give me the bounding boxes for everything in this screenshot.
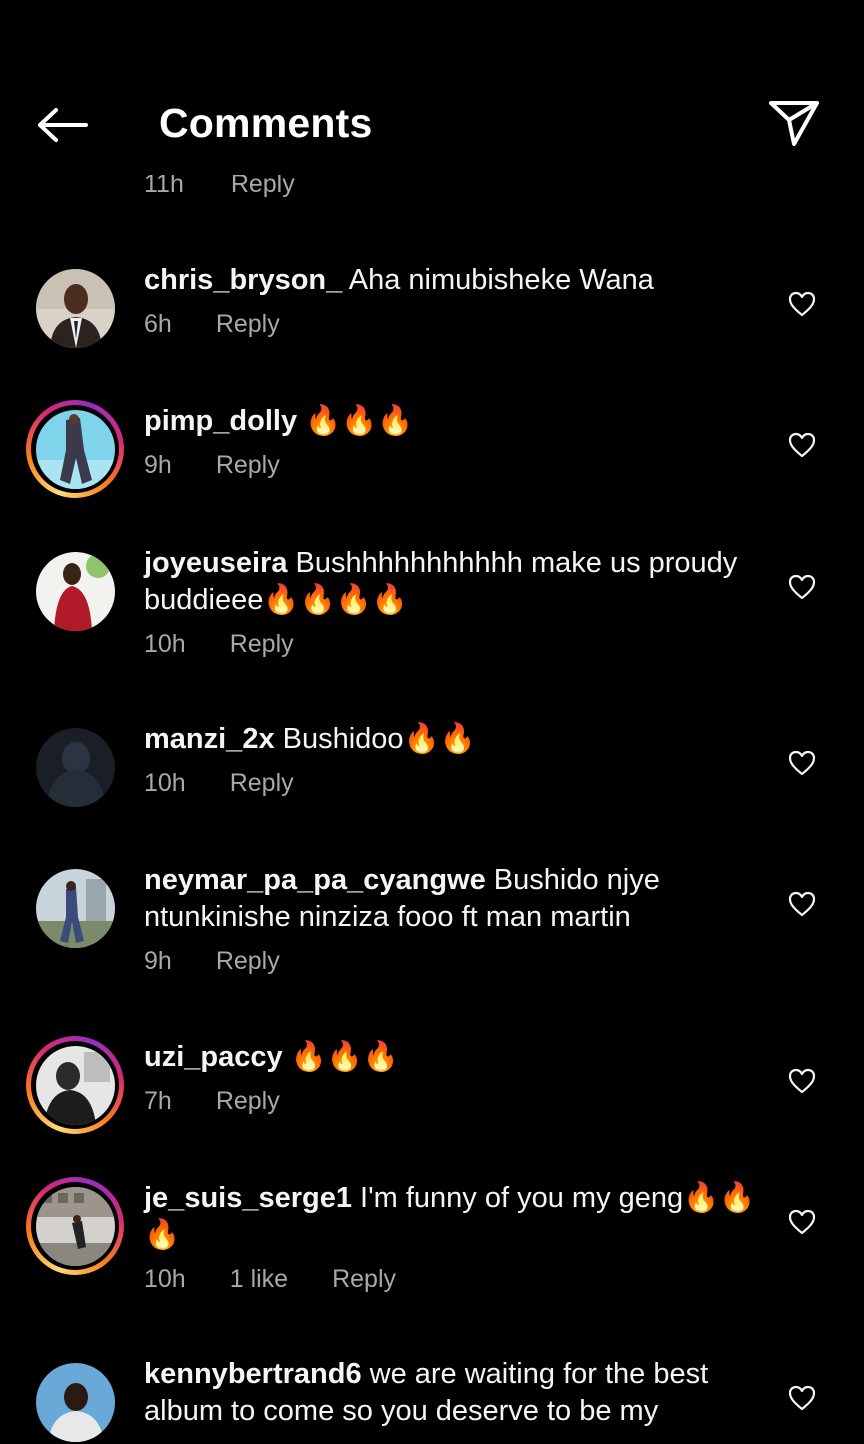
comment-meta: 6h Reply — [144, 307, 768, 341]
like-button[interactable] — [784, 1063, 820, 1099]
comment-body: manzi_2x Bushidoo🔥🔥 10h Reply — [144, 721, 768, 800]
like-button[interactable] — [784, 427, 820, 463]
comment-username[interactable]: je_suis_serge1 — [144, 1182, 352, 1214]
comment-body: je_suis_serge1 I'm funny of you my geng🔥… — [144, 1180, 768, 1296]
reply-link[interactable]: Reply — [230, 627, 294, 661]
reply-link[interactable]: Reply — [332, 1262, 396, 1296]
comment-body: chris_bryson_ Aha nimubisheke Wana 6h Re… — [144, 262, 768, 341]
reply-link[interactable]: Reply — [216, 1084, 280, 1118]
arrow-left-icon — [38, 108, 88, 142]
comment-meta: 9h Reply — [144, 448, 768, 482]
like-button[interactable] — [784, 1204, 820, 1240]
comment-body: uzi_paccy 🔥🔥🔥 7h Reply — [144, 1039, 768, 1118]
comment-text: kennybertrand6 we are waiting for the be… — [144, 1356, 768, 1430]
comment-text: neymar_pa_pa_cyangwe Bushido njye ntunki… — [144, 862, 768, 936]
comment-text: chris_bryson_ Aha nimubisheke Wana — [144, 262, 768, 299]
like-button[interactable] — [784, 569, 820, 605]
reply-link[interactable]: Reply — [216, 944, 280, 978]
comment-text: joyeuseira Bushhhhhhhhhhh make us proudy… — [144, 545, 768, 619]
reply-link[interactable]: Reply — [216, 448, 280, 482]
comment-message: 🔥🔥🔥 — [297, 405, 414, 437]
comment-time: 10h — [144, 630, 186, 658]
comment-body: kennybertrand6 we are waiting for the be… — [144, 1356, 768, 1430]
heart-icon — [788, 291, 816, 317]
share-button[interactable] — [762, 94, 826, 152]
paper-plane-icon — [769, 101, 819, 146]
header-bar: Comments — [0, 0, 864, 175]
like-button[interactable] — [784, 1380, 820, 1416]
comment-username[interactable]: manzi_2x — [144, 723, 275, 755]
comment-time: 10h — [144, 1265, 186, 1293]
reply-link[interactable]: Reply — [230, 766, 294, 800]
heart-icon — [788, 750, 816, 776]
page-title: Comments — [159, 100, 373, 146]
reply-link[interactable]: Reply — [216, 307, 280, 341]
comment-text: uzi_paccy 🔥🔥🔥 — [144, 1039, 768, 1076]
avatar[interactable] — [26, 718, 124, 816]
comment-meta: 10h Reply — [144, 627, 768, 661]
comment-body: neymar_pa_pa_cyangwe Bushido njye ntunki… — [144, 862, 768, 978]
heart-icon — [788, 1068, 816, 1094]
comment-message: Bushidoo🔥🔥 — [274, 723, 476, 755]
comment-time: 9h — [144, 451, 172, 479]
heart-icon — [788, 432, 816, 458]
comments-screen: Comments 11h Reply chris_bryson_ Aha nim… — [0, 0, 864, 1444]
comment-time: 10h — [144, 769, 186, 797]
comment-body: pimp_dolly 🔥🔥🔥 9h Reply — [144, 403, 768, 482]
comment-text: manzi_2x Bushidoo🔥🔥 — [144, 721, 768, 758]
comment-username[interactable]: chris_bryson_ — [144, 264, 342, 296]
comment-meta: 10h 1 like Reply — [144, 1262, 768, 1296]
avatar[interactable] — [26, 1036, 124, 1134]
comment-username[interactable]: kennybertrand6 — [144, 1358, 362, 1390]
comment-meta: 7h Reply — [144, 1084, 768, 1118]
like-button[interactable] — [784, 286, 820, 322]
like-button[interactable] — [784, 886, 820, 922]
back-button[interactable] — [30, 98, 94, 152]
avatar[interactable] — [26, 859, 124, 957]
comment-message: 🔥🔥🔥 — [282, 1041, 400, 1073]
comment-text: pimp_dolly 🔥🔥🔥 — [144, 403, 768, 440]
comment-meta: 9h Reply — [144, 944, 768, 978]
heart-icon — [788, 1385, 816, 1411]
comment-message: Aha nimubisheke Wana — [342, 264, 654, 296]
avatar[interactable] — [26, 259, 124, 357]
avatar[interactable] — [26, 400, 124, 498]
comment-username[interactable]: pimp_dolly — [144, 405, 297, 437]
like-count[interactable]: 1 like — [230, 1262, 288, 1296]
comment-username[interactable]: neymar_pa_pa_cyangwe — [144, 864, 486, 896]
heart-icon — [788, 1209, 816, 1235]
comment-time: 9h — [144, 947, 172, 975]
comment-username[interactable]: joyeuseira — [144, 547, 287, 579]
avatar[interactable] — [26, 542, 124, 640]
comment-username[interactable]: uzi_paccy — [144, 1041, 283, 1073]
comment-meta: 10h Reply — [144, 766, 768, 800]
comment-time: 7h — [144, 1087, 172, 1115]
comment-text: je_suis_serge1 I'm funny of you my geng🔥… — [144, 1180, 768, 1254]
comment-body: joyeuseira Bushhhhhhhhhhh make us proudy… — [144, 545, 768, 661]
like-button[interactable] — [784, 745, 820, 781]
heart-icon — [788, 891, 816, 917]
partial-comment-meta: 11h Reply — [144, 170, 335, 204]
heart-icon — [788, 574, 816, 600]
comment-time: 6h — [144, 310, 172, 338]
avatar[interactable] — [26, 1177, 124, 1275]
avatar[interactable] — [26, 1353, 124, 1444]
